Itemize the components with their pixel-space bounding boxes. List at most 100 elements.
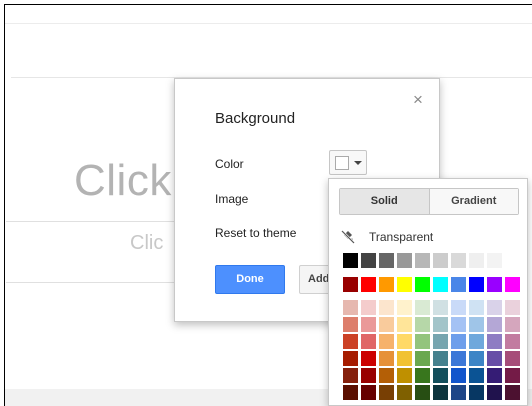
subtitle-placeholder[interactable]: Clic: [130, 232, 163, 255]
color-swatch[interactable]: [487, 300, 502, 315]
color-swatch[interactable]: [379, 253, 394, 268]
color-swatch[interactable]: [415, 334, 430, 349]
color-swatch[interactable]: [379, 300, 394, 315]
color-label: Color: [215, 157, 244, 171]
color-swatch[interactable]: [487, 385, 502, 400]
color-swatch[interactable]: [433, 317, 448, 332]
color-swatch[interactable]: [379, 385, 394, 400]
color-swatch[interactable]: [487, 351, 502, 366]
color-swatch[interactable]: [433, 277, 448, 292]
close-icon[interactable]: ×: [411, 91, 425, 108]
color-swatch[interactable]: [397, 351, 412, 366]
color-swatch[interactable]: [343, 351, 358, 366]
color-swatch[interactable]: [415, 300, 430, 315]
color-swatch[interactable]: [505, 300, 520, 315]
color-swatch[interactable]: [451, 317, 466, 332]
color-swatch[interactable]: [415, 368, 430, 383]
color-swatch[interactable]: [451, 277, 466, 292]
color-swatch[interactable]: [361, 368, 376, 383]
transparent-option[interactable]: Transparent: [341, 229, 433, 245]
color-swatch[interactable]: [361, 334, 376, 349]
color-swatch[interactable]: [505, 334, 520, 349]
swatch-row: [343, 368, 523, 383]
color-swatch[interactable]: [451, 368, 466, 383]
color-swatch[interactable]: [343, 253, 358, 268]
image-label[interactable]: Image: [215, 192, 248, 206]
color-swatch[interactable]: [397, 334, 412, 349]
color-swatch[interactable]: [379, 317, 394, 332]
tab-gradient[interactable]: Gradient: [429, 189, 518, 214]
color-swatch[interactable]: [487, 368, 502, 383]
color-swatch[interactable]: [415, 277, 430, 292]
title-placeholder[interactable]: Click: [74, 156, 172, 206]
color-swatch[interactable]: [415, 253, 430, 268]
color-swatch[interactable]: [451, 385, 466, 400]
color-swatch[interactable]: [397, 368, 412, 383]
color-swatch[interactable]: [487, 277, 502, 292]
color-swatch[interactable]: [397, 277, 412, 292]
color-swatch[interactable]: [469, 300, 484, 315]
tab-solid[interactable]: Solid: [340, 189, 430, 214]
color-swatch[interactable]: [361, 317, 376, 332]
reset-to-theme-label[interactable]: Reset to theme: [215, 226, 296, 240]
color-swatch[interactable]: [343, 334, 358, 349]
color-swatch[interactable]: [469, 385, 484, 400]
color-swatch[interactable]: [433, 300, 448, 315]
color-swatch[interactable]: [505, 253, 520, 268]
color-swatch[interactable]: [361, 253, 376, 268]
color-swatch[interactable]: [505, 277, 520, 292]
color-swatch[interactable]: [451, 351, 466, 366]
color-swatch[interactable]: [379, 277, 394, 292]
color-swatch[interactable]: [379, 351, 394, 366]
color-swatch[interactable]: [379, 368, 394, 383]
swatch-row: [343, 300, 523, 315]
color-swatch[interactable]: [379, 334, 394, 349]
color-swatch[interactable]: [433, 253, 448, 268]
color-swatch[interactable]: [361, 351, 376, 366]
color-swatch[interactable]: [451, 334, 466, 349]
color-swatch[interactable]: [451, 300, 466, 315]
color-swatch[interactable]: [433, 351, 448, 366]
color-swatch[interactable]: [487, 334, 502, 349]
color-swatch[interactable]: [469, 368, 484, 383]
done-button[interactable]: Done: [215, 265, 285, 294]
color-swatch[interactable]: [487, 253, 502, 268]
color-swatch[interactable]: [451, 253, 466, 268]
color-swatch[interactable]: [469, 334, 484, 349]
color-swatch[interactable]: [343, 300, 358, 315]
no-fill-icon: [341, 230, 355, 244]
toolbar-divider: [5, 23, 532, 24]
color-swatch[interactable]: [505, 368, 520, 383]
color-swatch[interactable]: [397, 253, 412, 268]
color-swatch[interactable]: [361, 277, 376, 292]
color-swatch[interactable]: [505, 385, 520, 400]
current-color-swatch: [335, 156, 349, 170]
color-swatch[interactable]: [469, 317, 484, 332]
color-swatch[interactable]: [469, 351, 484, 366]
swatch-row: [343, 351, 523, 366]
color-swatch[interactable]: [415, 351, 430, 366]
color-swatch[interactable]: [469, 253, 484, 268]
color-swatch[interactable]: [361, 300, 376, 315]
color-swatch[interactable]: [343, 277, 358, 292]
color-swatch[interactable]: [469, 277, 484, 292]
color-swatch[interactable]: [505, 317, 520, 332]
color-swatch[interactable]: [433, 368, 448, 383]
color-swatch[interactable]: [505, 351, 520, 366]
color-swatch[interactable]: [397, 385, 412, 400]
color-swatch[interactable]: [415, 385, 430, 400]
color-dropdown-button[interactable]: [329, 150, 367, 175]
color-swatch[interactable]: [397, 300, 412, 315]
color-swatch[interactable]: [433, 385, 448, 400]
color-swatch[interactable]: [343, 317, 358, 332]
grayscale-swatch-row: [343, 253, 523, 270]
color-swatch[interactable]: [487, 317, 502, 332]
color-swatch[interactable]: [415, 317, 430, 332]
dialog-title: Background: [215, 110, 296, 127]
color-swatch[interactable]: [343, 368, 358, 383]
color-swatch[interactable]: [433, 334, 448, 349]
color-swatch[interactable]: [343, 385, 358, 400]
color-swatch[interactable]: [397, 317, 412, 332]
fill-type-tabs: Solid Gradient: [339, 188, 519, 215]
color-swatch[interactable]: [361, 385, 376, 400]
